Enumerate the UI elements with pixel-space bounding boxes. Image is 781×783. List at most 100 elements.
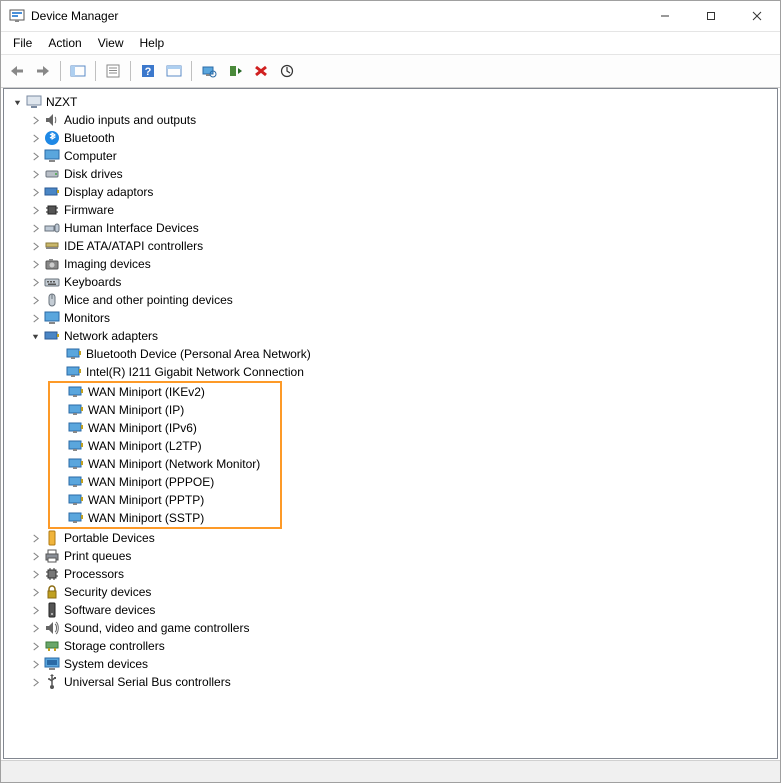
root-label: NZXT xyxy=(46,95,77,109)
chevron-right-icon[interactable] xyxy=(28,531,42,545)
node-security[interactable]: Security devices xyxy=(6,583,775,601)
menu-help[interactable]: Help xyxy=(132,34,173,52)
back-button[interactable] xyxy=(5,59,29,83)
chevron-right-icon[interactable] xyxy=(28,113,42,127)
chevron-right-icon[interactable] xyxy=(28,149,42,163)
uninstall-button[interactable] xyxy=(249,59,273,83)
device-wan-l2tp[interactable]: WAN Miniport (L2TP) xyxy=(50,437,280,455)
chevron-right-icon[interactable] xyxy=(28,567,42,581)
node-sound[interactable]: Sound, video and game controllers xyxy=(6,619,775,637)
node-computer[interactable]: Computer xyxy=(6,147,775,165)
network-adapter-icon xyxy=(44,328,60,344)
device-intel-i211[interactable]: Intel(R) I211 Gigabit Network Connection xyxy=(6,363,775,381)
chevron-right-icon[interactable] xyxy=(28,311,42,325)
device-bt-pan[interactable]: Bluetooth Device (Personal Area Network) xyxy=(6,345,775,363)
device-wan-pptp[interactable]: WAN Miniport (PPTP) xyxy=(50,491,280,509)
network-device-icon xyxy=(68,402,84,418)
forward-button[interactable] xyxy=(31,59,55,83)
node-imaging[interactable]: Imaging devices xyxy=(6,255,775,273)
minimize-button[interactable] xyxy=(642,1,688,31)
action-button[interactable] xyxy=(162,59,186,83)
app-icon xyxy=(9,8,25,24)
node-ide[interactable]: IDE ATA/ATAPI controllers xyxy=(6,237,775,255)
update-driver-button[interactable] xyxy=(275,59,299,83)
node-mice[interactable]: Mice and other pointing devices xyxy=(6,291,775,309)
chevron-right-icon[interactable] xyxy=(28,657,42,671)
node-storage[interactable]: Storage controllers xyxy=(6,637,775,655)
menu-action[interactable]: Action xyxy=(40,34,89,52)
device-wan-ipv6[interactable]: WAN Miniport (IPv6) xyxy=(50,419,280,437)
wan-miniport-highlight: WAN Miniport (IKEv2) WAN Miniport (IP) W… xyxy=(48,381,282,529)
disk-icon xyxy=(44,166,60,182)
maximize-button[interactable] xyxy=(688,1,734,31)
node-disk[interactable]: Disk drives xyxy=(6,165,775,183)
network-device-icon xyxy=(68,492,84,508)
sound-icon xyxy=(44,620,60,636)
help-button[interactable]: ? xyxy=(136,59,160,83)
device-wan-ip[interactable]: WAN Miniport (IP) xyxy=(50,401,280,419)
device-wan-sstp[interactable]: WAN Miniport (SSTP) xyxy=(50,509,280,527)
chevron-right-icon[interactable] xyxy=(28,675,42,689)
close-button[interactable] xyxy=(734,1,780,31)
toolbar-separator xyxy=(60,61,61,81)
chevron-right-icon[interactable] xyxy=(28,167,42,181)
node-bluetooth[interactable]: Bluetooth xyxy=(6,129,775,147)
node-portable[interactable]: Portable Devices xyxy=(6,529,775,547)
device-wan-ikev2[interactable]: WAN Miniport (IKEv2) xyxy=(50,383,280,401)
properties-button[interactable] xyxy=(101,59,125,83)
node-processors[interactable]: Processors xyxy=(6,565,775,583)
chevron-right-icon[interactable] xyxy=(28,131,42,145)
network-device-icon xyxy=(68,438,84,454)
chevron-down-icon[interactable] xyxy=(28,329,42,343)
chevron-right-icon[interactable] xyxy=(28,275,42,289)
device-wan-netmon[interactable]: WAN Miniport (Network Monitor) xyxy=(50,455,280,473)
node-network[interactable]: Network adapters xyxy=(6,327,775,345)
node-printq[interactable]: Print queues xyxy=(6,547,775,565)
tree-root[interactable]: NZXT xyxy=(6,93,775,111)
chevron-right-icon[interactable] xyxy=(28,257,42,271)
chevron-right-icon[interactable] xyxy=(28,293,42,307)
chevron-right-icon[interactable] xyxy=(28,621,42,635)
scan-hardware-button[interactable] xyxy=(197,59,221,83)
software-device-icon xyxy=(44,602,60,618)
node-firmware[interactable]: Firmware xyxy=(6,201,775,219)
device-wan-pppoe[interactable]: WAN Miniport (PPPOE) xyxy=(50,473,280,491)
system-device-icon xyxy=(44,656,60,672)
hid-icon xyxy=(44,220,60,236)
statusbar xyxy=(1,760,780,782)
node-system[interactable]: System devices xyxy=(6,655,775,673)
node-monitors[interactable]: Monitors xyxy=(6,309,775,327)
toolbar: ? xyxy=(1,55,780,88)
window-controls xyxy=(642,1,780,31)
add-legacy-hardware-button[interactable] xyxy=(223,59,247,83)
chevron-right-icon[interactable] xyxy=(28,549,42,563)
show-hide-console-button[interactable] xyxy=(66,59,90,83)
toolbar-separator xyxy=(191,61,192,81)
node-usb[interactable]: Universal Serial Bus controllers xyxy=(6,673,775,691)
device-tree[interactable]: NZXT Audio inputs and outputs Bluetooth … xyxy=(3,88,778,759)
security-icon xyxy=(44,584,60,600)
chevron-right-icon[interactable] xyxy=(28,203,42,217)
chevron-right-icon[interactable] xyxy=(28,639,42,653)
camera-icon xyxy=(44,256,60,272)
menu-view[interactable]: View xyxy=(90,34,132,52)
chevron-down-icon[interactable] xyxy=(10,95,24,109)
menu-file[interactable]: File xyxy=(5,34,40,52)
ide-icon xyxy=(44,238,60,254)
node-display[interactable]: Display adaptors xyxy=(6,183,775,201)
chevron-right-icon[interactable] xyxy=(28,185,42,199)
display-adapter-icon xyxy=(44,184,60,200)
device-manager-window: Device Manager File Action View Help ? xyxy=(0,0,781,783)
node-hid[interactable]: Human Interface Devices xyxy=(6,219,775,237)
node-audio[interactable]: Audio inputs and outputs xyxy=(6,111,775,129)
network-device-icon xyxy=(68,510,84,526)
node-keyboards[interactable]: Keyboards xyxy=(6,273,775,291)
chevron-right-icon[interactable] xyxy=(28,221,42,235)
window-title: Device Manager xyxy=(31,9,642,23)
chevron-right-icon[interactable] xyxy=(28,585,42,599)
chevron-right-icon[interactable] xyxy=(28,239,42,253)
toolbar-separator xyxy=(130,61,131,81)
node-software[interactable]: Software devices xyxy=(6,601,775,619)
cpu-icon xyxy=(44,566,60,582)
chevron-right-icon[interactable] xyxy=(28,603,42,617)
